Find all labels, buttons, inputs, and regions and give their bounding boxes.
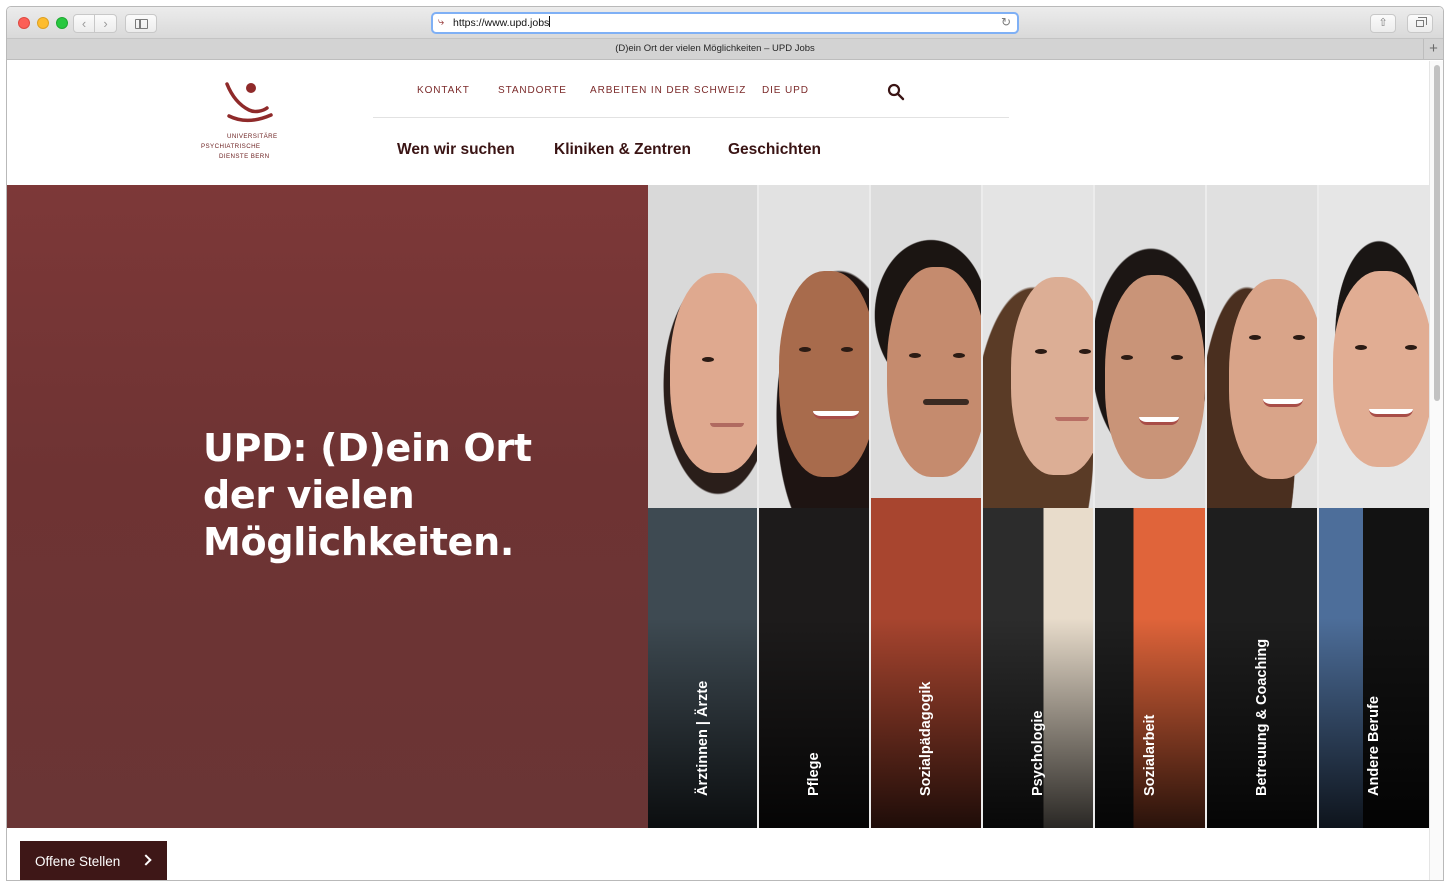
- nav-link-standorte[interactable]: STANDORTE: [498, 85, 567, 96]
- site-favicon-icon: ⤷: [438, 16, 445, 28]
- nav-link-arbeiten-in-der-schweiz[interactable]: ARBEITEN IN DER SCHWEIZ: [590, 85, 746, 96]
- logo-text-line1: Universitäre: [227, 133, 278, 140]
- profession-tile-aerzte[interactable]: Ärztinnen | Ärzte: [648, 185, 759, 828]
- portrait-man-curly-hair-icon: [887, 267, 981, 477]
- close-window-button[interactable]: [18, 17, 30, 29]
- profession-label: Psychologie: [1030, 710, 1046, 796]
- main-nav-geschichten[interactable]: Geschichten: [728, 141, 821, 159]
- nav-divider: [373, 117, 1009, 118]
- search-icon[interactable]: [887, 83, 905, 101]
- open-positions-label: Offene Stellen: [35, 854, 121, 869]
- portrait-woman-long-dark-hair-icon: [779, 271, 869, 477]
- address-bar[interactable]: ⤷ https://www.upd.jobs ↻: [431, 12, 1019, 34]
- show-tabs-icon[interactable]: [1407, 14, 1433, 33]
- scroll-thumb[interactable]: [1434, 65, 1440, 401]
- portrait-woman-earrings-icon: [1229, 279, 1317, 479]
- share-icon[interactable]: ⇧: [1370, 14, 1396, 33]
- nav-link-die-upd[interactable]: DIE UPD: [762, 85, 809, 96]
- profession-tile-betreuung-coaching[interactable]: Betreuung & Coaching: [1207, 185, 1319, 828]
- profession-label: Sozialpädagogik: [918, 681, 934, 796]
- minimize-window-button[interactable]: [37, 17, 49, 29]
- profession-tile-andere-berufe[interactable]: Andere Berufe: [1319, 185, 1429, 828]
- portrait-woman-dark-hair-icon: [670, 273, 757, 473]
- profession-tile-sozialpaedagogik[interactable]: Sozialpädagogik: [871, 185, 983, 828]
- portrait-woman-wavy-hair-icon: [1011, 277, 1093, 475]
- new-tab-button[interactable]: +: [1423, 39, 1443, 60]
- profession-label: Pflege: [806, 752, 822, 796]
- back-icon[interactable]: ‹: [73, 14, 95, 33]
- profession-label: Betreuung & Coaching: [1254, 638, 1270, 796]
- hero-title-line: UPD: (D)ein Ort: [203, 426, 532, 470]
- profession-tile-sozialarbeit[interactable]: Sozialarbeit: [1095, 185, 1207, 828]
- logo-text-line3: Dienste Bern: [219, 153, 270, 160]
- profession-label: Sozialarbeit: [1142, 714, 1158, 796]
- tab-bar: (D)ein Ort der vielen Möglichkeiten – UP…: [7, 39, 1443, 60]
- profession-tile-pflege[interactable]: Pflege: [759, 185, 871, 828]
- hero-title-line: der vielen: [203, 473, 415, 517]
- profession-strips: Ärztinnen | Ärzte Pflege Sozialpädagogik…: [648, 185, 1429, 828]
- profession-tile-psychologie[interactable]: Psychologie: [983, 185, 1095, 828]
- portrait-woman-blue-blazer-icon: [1333, 271, 1429, 467]
- hero-section: UPD: (D)ein Ort der vielen Möglichkeiten…: [7, 185, 1429, 828]
- hero-panel: UPD: (D)ein Ort der vielen Möglichkeiten…: [7, 185, 648, 828]
- page-scrollbar[interactable]: [1429, 61, 1443, 880]
- zoom-window-button[interactable]: [56, 17, 68, 29]
- portrait-woman-dark-hair-orange-top-icon: [1105, 275, 1205, 479]
- active-tab[interactable]: (D)ein Ort der vielen Möglichkeiten – UP…: [7, 43, 1423, 54]
- logo-text-line2: Psychiatrische: [201, 143, 261, 150]
- profession-label: Ärztinnen | Ärzte: [694, 680, 711, 796]
- nav-link-kontakt[interactable]: KONTAKT: [417, 85, 470, 96]
- browser-window: ‹ › ⤷ https://www.upd.jobs ↻ ⇧ (D)ein Or…: [6, 6, 1444, 881]
- main-nav-kliniken-zentren[interactable]: Kliniken & Zentren: [554, 141, 691, 159]
- upd-logo[interactable]: Universitäre Psychiatrische Dienste Bern: [193, 80, 293, 164]
- hero-title-line: Möglichkeiten.: [203, 520, 515, 564]
- browser-toolbar: ‹ › ⤷ https://www.upd.jobs ↻ ⇧: [7, 7, 1443, 39]
- main-nav-wen-wir-suchen[interactable]: Wen wir suchen: [397, 141, 515, 159]
- sidebar-toggle-icon[interactable]: [125, 14, 157, 33]
- web-page: Universitäre Psychiatrische Dienste Bern…: [7, 61, 1429, 880]
- open-positions-button[interactable]: Offene Stellen: [20, 841, 167, 880]
- hero-title: UPD: (D)ein Ort der vielen Möglichkeiten…: [203, 425, 583, 566]
- profession-label: Andere Berufe: [1366, 696, 1382, 796]
- reload-icon[interactable]: ↻: [1001, 15, 1011, 29]
- forward-icon[interactable]: ›: [95, 14, 117, 33]
- chevron-right-icon: [140, 854, 152, 866]
- url-input[interactable]: https://www.upd.jobs: [453, 16, 551, 30]
- upd-logo-mark-icon: [225, 82, 273, 123]
